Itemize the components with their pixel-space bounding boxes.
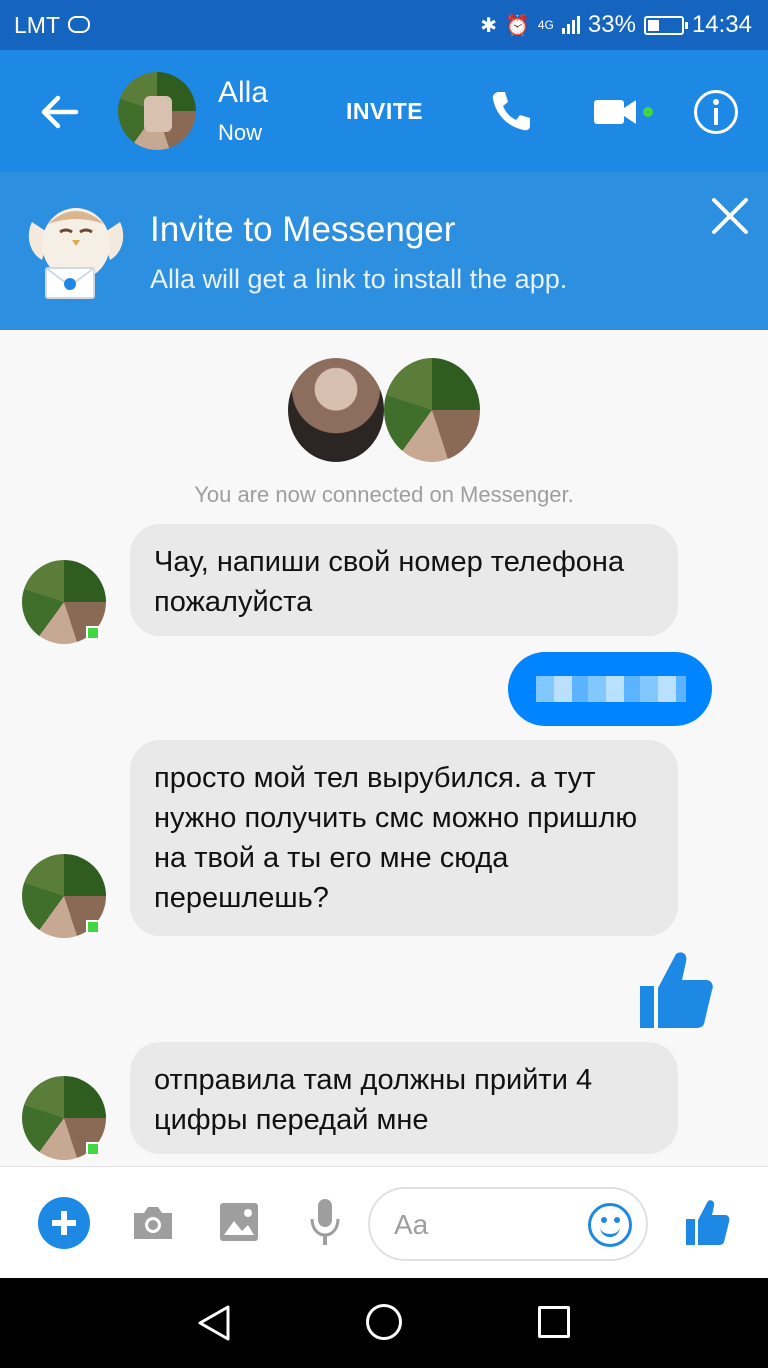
status-indicators: ✱ ⏰ 4G 33% 14:34 (480, 11, 752, 39)
message-composer: Aa (0, 1166, 768, 1278)
battery-percent: 33% (587, 11, 636, 38)
contact-avatar-large (384, 358, 480, 462)
contact-avatar[interactable] (118, 72, 196, 150)
invite-button[interactable]: INVITE (346, 98, 423, 125)
carrier-label: LMT (14, 12, 60, 38)
close-icon[interactable] (706, 192, 754, 240)
contact-status: Now (218, 120, 263, 145)
sent-message-redacted[interactable] (508, 652, 712, 726)
online-indicator (86, 920, 100, 934)
status-bar: LMT ✱ ⏰ 4G 33% 14:34 (0, 0, 768, 50)
online-indicator (86, 1142, 100, 1156)
signal-icon (561, 16, 580, 34)
sender-avatar[interactable] (22, 854, 106, 938)
battery-icon (643, 15, 688, 35)
message-input[interactable]: Aa (368, 1187, 648, 1261)
online-indicator (86, 626, 100, 640)
like-send-icon[interactable] (684, 1197, 730, 1247)
invite-banner[interactable]: Invite to Messenger Alla will get a link… (0, 172, 768, 330)
banner-title: Invite to Messenger (150, 210, 456, 249)
network-label: 4G (537, 18, 554, 32)
bluetooth-icon: ✱ (480, 14, 497, 37)
system-navigation-bar (0, 1278, 768, 1368)
banner-subtitle: Alla will get a link to install the app. (150, 264, 568, 294)
alarm-icon: ⏰ (504, 14, 530, 37)
nav-recents-icon[interactable] (538, 1306, 570, 1338)
microphone-icon[interactable] (308, 1197, 342, 1247)
connected-avatars (288, 358, 484, 462)
received-message[interactable]: отправила там должны прийти 4 цифры пере… (130, 1042, 678, 1154)
received-message[interactable]: Чау, напиши свой номер телефона пожалуйс… (130, 524, 678, 636)
add-icon[interactable] (38, 1197, 90, 1249)
connected-notice: You are now connected on Messenger. (194, 482, 574, 507)
sender-avatar[interactable] (22, 560, 106, 644)
conversation-header: Alla Now INVITE (0, 50, 768, 172)
info-icon[interactable] (694, 90, 738, 134)
clock: 14:34 (691, 11, 752, 38)
video-call-icon[interactable] (592, 92, 656, 132)
nav-home-icon[interactable] (366, 1304, 402, 1340)
message-list[interactable]: You are now connected on Messenger. Чау,… (0, 330, 768, 1166)
contact-name[interactable]: Alla (218, 76, 268, 110)
mail-icon (68, 16, 90, 33)
emoji-icon[interactable] (588, 1203, 632, 1247)
sender-avatar[interactable] (22, 1076, 106, 1160)
my-avatar (288, 358, 384, 462)
phone-call-icon[interactable] (488, 88, 534, 134)
message-input-placeholder: Aa (394, 1209, 429, 1240)
camera-icon[interactable] (130, 1203, 176, 1243)
owl-mascot-icon (22, 194, 130, 306)
received-message[interactable]: просто мой тел вырубился. а тут нужно по… (130, 740, 678, 936)
gallery-icon[interactable] (218, 1201, 260, 1243)
back-arrow-icon[interactable] (36, 88, 84, 136)
nav-back-icon[interactable] (196, 1304, 232, 1342)
like-icon[interactable] (636, 948, 716, 1032)
